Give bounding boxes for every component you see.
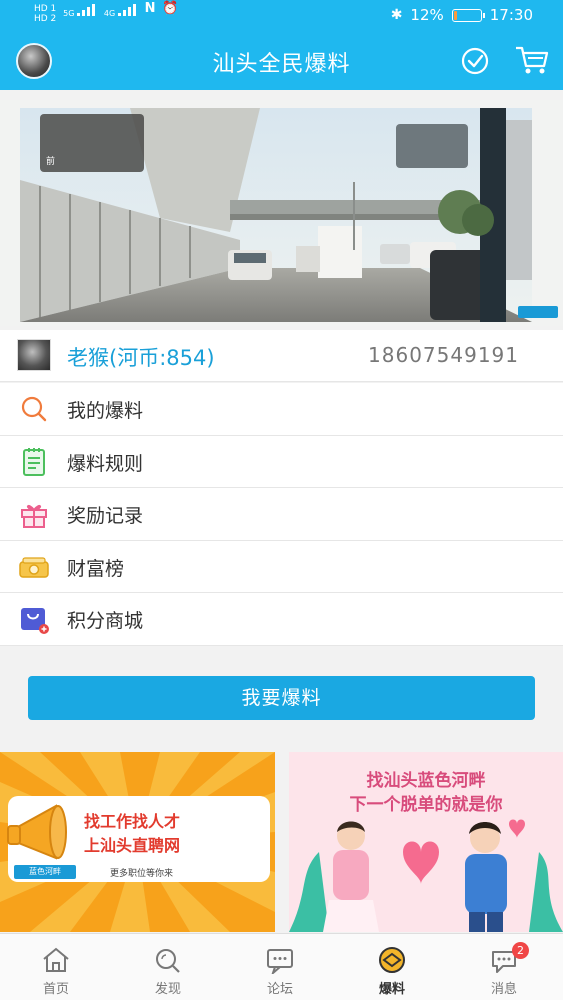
ad-tag: 蓝色河畔 bbox=[14, 865, 76, 879]
ad-small-text: 更多职位等你来 bbox=[110, 869, 174, 879]
search-icon bbox=[21, 396, 47, 422]
notepad-icon bbox=[23, 447, 45, 476]
network-type2-label: 4G bbox=[103, 9, 116, 18]
signal-indicators: HD 1 HD 2 5G 4G N ⏰ bbox=[34, 1, 183, 24]
sim1-label: HD 1 bbox=[34, 4, 57, 14]
user-avatar[interactable] bbox=[17, 339, 51, 371]
tab-label: 论坛 bbox=[266, 982, 293, 997]
signal-bars-icon bbox=[77, 4, 96, 16]
money-icon bbox=[19, 556, 49, 578]
tab-forum[interactable]: 论坛 bbox=[224, 934, 336, 1000]
menu-item-label: 爆料规则 bbox=[67, 452, 144, 475]
report-icon bbox=[379, 947, 405, 973]
ad-banner-dating[interactable]: 找汕头蓝色河畔 下一个脱单的就是你 bbox=[289, 752, 563, 932]
menu-item-label: 奖励记录 bbox=[67, 505, 144, 527]
menu-item-label: 财富榜 bbox=[67, 557, 125, 580]
app-bar: 汕头全民爆料 bbox=[0, 32, 563, 90]
clock: 17:30 bbox=[489, 6, 533, 24]
ad-banner-jobs[interactable]: 找工作找人才 上汕头直聘网 蓝色河畔 更多职位等你来 bbox=[0, 752, 275, 932]
signal-bars-icon bbox=[117, 4, 136, 16]
bluetooth-icon: ✱ bbox=[390, 7, 403, 23]
tab-label: 首页 bbox=[42, 982, 69, 997]
battery-percent: 12% bbox=[410, 6, 444, 24]
ad-headline-1: 找汕头蓝色河畔 bbox=[366, 771, 486, 791]
signal-5g: 5G bbox=[63, 4, 97, 19]
banner-image[interactable]: 前 bbox=[0, 100, 563, 326]
alarm-icon: ⏰ bbox=[162, 1, 179, 16]
user-phone: 18607549191 bbox=[368, 343, 519, 367]
menu-item-label: 我的爆料 bbox=[67, 400, 144, 422]
tab-discover[interactable]: 发现 bbox=[112, 934, 224, 1000]
tab-label: 消息 bbox=[490, 982, 517, 997]
user-name: 老猴(河币:854) bbox=[67, 346, 215, 370]
submit-report-button[interactable]: 我要爆料 bbox=[28, 676, 535, 720]
discover-icon bbox=[156, 949, 180, 973]
menu-item-my-reports[interactable]: 我的爆料 bbox=[0, 383, 563, 436]
status-bar: HD 1 HD 2 5G 4G N ⏰ ✱ 12% 17:30 bbox=[0, 0, 563, 32]
cart-icon[interactable] bbox=[514, 44, 550, 76]
battery-icon bbox=[451, 8, 485, 22]
forum-icon bbox=[267, 949, 293, 974]
unread-badge: 2 bbox=[512, 942, 529, 959]
megaphone-icon bbox=[7, 804, 67, 860]
menu-item-wealth-ranking[interactable]: 财富榜 bbox=[0, 541, 563, 593]
tab-home[interactable]: 首页 bbox=[0, 934, 112, 1000]
network-type-label: 5G bbox=[63, 9, 75, 18]
sim2-label: HD 2 bbox=[34, 14, 57, 24]
user-info-row[interactable]: 老猴(河币:854) 18607549191 bbox=[0, 330, 563, 382]
bottom-tab-bar: 首页 发现 论坛 爆料 2 消息 bbox=[0, 933, 563, 1000]
battery-fill bbox=[453, 10, 457, 20]
ad-headline-1: 找工作找人才 bbox=[84, 812, 181, 831]
signal-4g: 4G bbox=[104, 4, 138, 19]
menu-item-rewards[interactable]: 奖励记录 bbox=[0, 488, 563, 541]
check-circle-icon[interactable] bbox=[460, 46, 490, 76]
tab-messages[interactable]: 2 消息 bbox=[448, 934, 560, 1000]
gift-icon bbox=[21, 504, 47, 528]
home-icon bbox=[43, 947, 69, 972]
couple-illustration bbox=[289, 819, 563, 932]
tab-label: 爆料 bbox=[378, 982, 405, 997]
ad-headline-2: 上汕头直聘网 bbox=[84, 836, 181, 855]
status-right: ✱ 12% 17:30 bbox=[391, 6, 533, 24]
nfc-icon: N bbox=[144, 1, 156, 16]
dashcam-photo bbox=[0, 100, 563, 326]
tab-report[interactable]: 爆料 bbox=[336, 934, 448, 1000]
menu-item-label: 积分商城 bbox=[67, 610, 144, 632]
tab-label: 发现 bbox=[154, 982, 181, 997]
shopping-bag-icon bbox=[21, 608, 49, 634]
menu-item-points-mall[interactable]: 积分商城 bbox=[0, 593, 563, 646]
menu-list: 我的爆料 爆料规则 奖励记录 财富榜 积分商城 bbox=[0, 383, 563, 646]
sim-labels: HD 1 HD 2 bbox=[34, 4, 56, 24]
menu-item-rules[interactable]: 爆料规则 bbox=[0, 436, 563, 488]
dashcam-label: 前 bbox=[46, 157, 56, 167]
